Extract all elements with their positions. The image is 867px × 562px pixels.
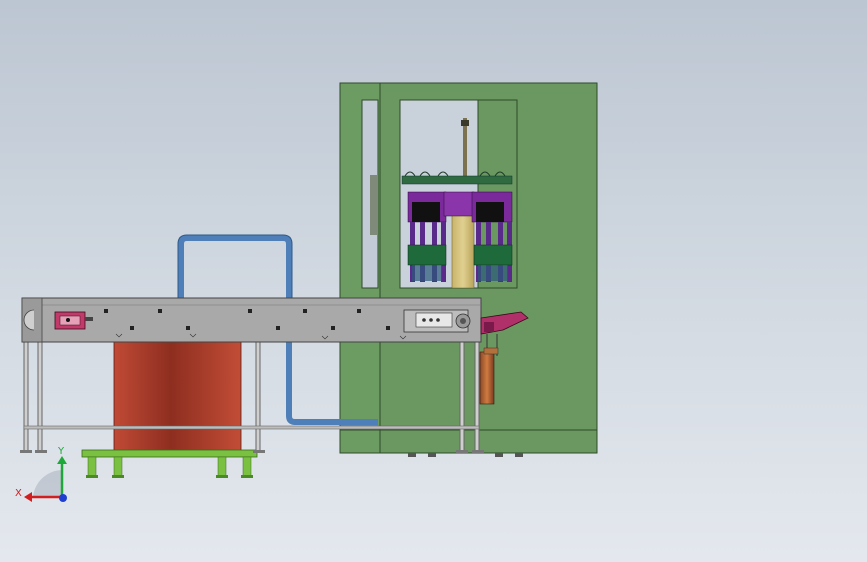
storage-tank[interactable]	[113, 341, 242, 453]
assembly-scene[interactable]: Y X	[0, 0, 867, 562]
y-axis-label: Y	[57, 446, 65, 457]
coordinate-triad[interactable]: Y X	[15, 446, 67, 502]
machine-foot	[408, 453, 416, 457]
machine-foot	[515, 453, 523, 457]
machine-foot	[428, 453, 436, 457]
z-axis-dot	[59, 494, 67, 502]
output-tube[interactable]	[479, 351, 495, 405]
machine-foot	[495, 453, 503, 457]
tank-base[interactable]	[81, 449, 258, 478]
cad-viewport[interactable]: Y X	[0, 0, 867, 562]
x-axis-label: X	[15, 488, 22, 499]
